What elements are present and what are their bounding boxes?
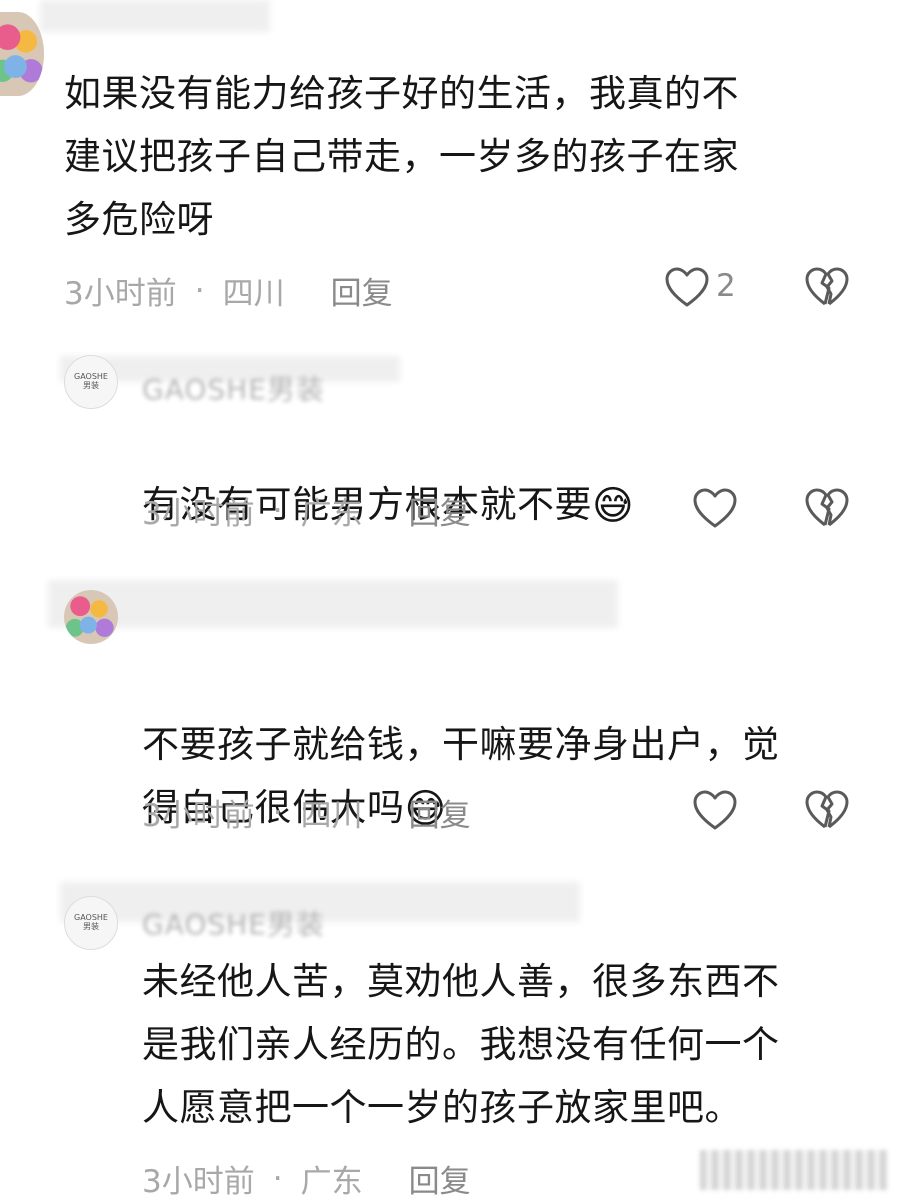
timestamp: 3小时前 (142, 1164, 255, 1200)
comment-meta: 3小时前 · 四川 回复 (64, 268, 393, 313)
like-count: 2 (716, 268, 736, 304)
avatar[interactable]: GAOSHE 男装 (64, 355, 118, 409)
heart-outline-icon[interactable] (664, 266, 710, 308)
timestamp: 3小时前 (64, 276, 177, 312)
heart-outline-icon[interactable] (692, 487, 738, 529)
separator-dot: · (194, 272, 205, 309)
location: 四川 (222, 276, 285, 312)
comment-text: 如果没有能力给孩子好的生活，我真的不 建议把孩子自己带走，一岁多的孩子在家 多危… (64, 72, 739, 241)
redacted-header-strip (48, 580, 618, 628)
timestamp: 3小时前 (142, 496, 255, 532)
location: 广东 (300, 496, 363, 532)
comment-meta: 3小时前 · 广东 回复 (142, 1156, 471, 1201)
sweat-smile-emoji: 😅 (592, 483, 635, 529)
broken-heart-icon[interactable] (804, 487, 850, 529)
avatar-brand-sub: 男装 (83, 922, 99, 931)
reply-button[interactable]: 回复 (409, 1156, 471, 1201)
broken-heart-icon[interactable] (804, 789, 850, 831)
redacted-header-strip (40, 0, 270, 32)
separator-dot: · (272, 1160, 283, 1197)
broken-heart-icon[interactable] (804, 266, 850, 308)
username[interactable]: GAOSHE男装 (142, 368, 325, 408)
avatar[interactable] (64, 590, 118, 644)
comment-meta: 3小时前 · 广东 回复 (142, 488, 471, 533)
heart-outline-icon[interactable] (692, 789, 738, 831)
avatar[interactable] (0, 12, 44, 96)
separator-dot: · (272, 794, 283, 831)
reply-button[interactable]: 回复 (409, 790, 471, 835)
username[interactable]: GAOSHE男装 (142, 903, 325, 943)
reply-button[interactable]: 回复 (331, 268, 393, 313)
reply-button[interactable]: 回复 (409, 488, 471, 533)
watermark (700, 1150, 888, 1190)
comment-text: 未经他人苦，莫劝他人善，很多东西不 是我们亲人经历的。我想没有任何一个 人愿意把… (142, 960, 780, 1129)
location: 四川 (300, 798, 363, 834)
avatar[interactable]: GAOSHE 男装 (64, 896, 118, 950)
timestamp: 3小时前 (142, 798, 255, 834)
avatar-brand-sub: 男装 (83, 381, 99, 390)
separator-dot: · (272, 492, 283, 529)
comment-meta: 3小时前 · 四川 回复 (142, 790, 471, 835)
location: 广东 (300, 1164, 363, 1200)
